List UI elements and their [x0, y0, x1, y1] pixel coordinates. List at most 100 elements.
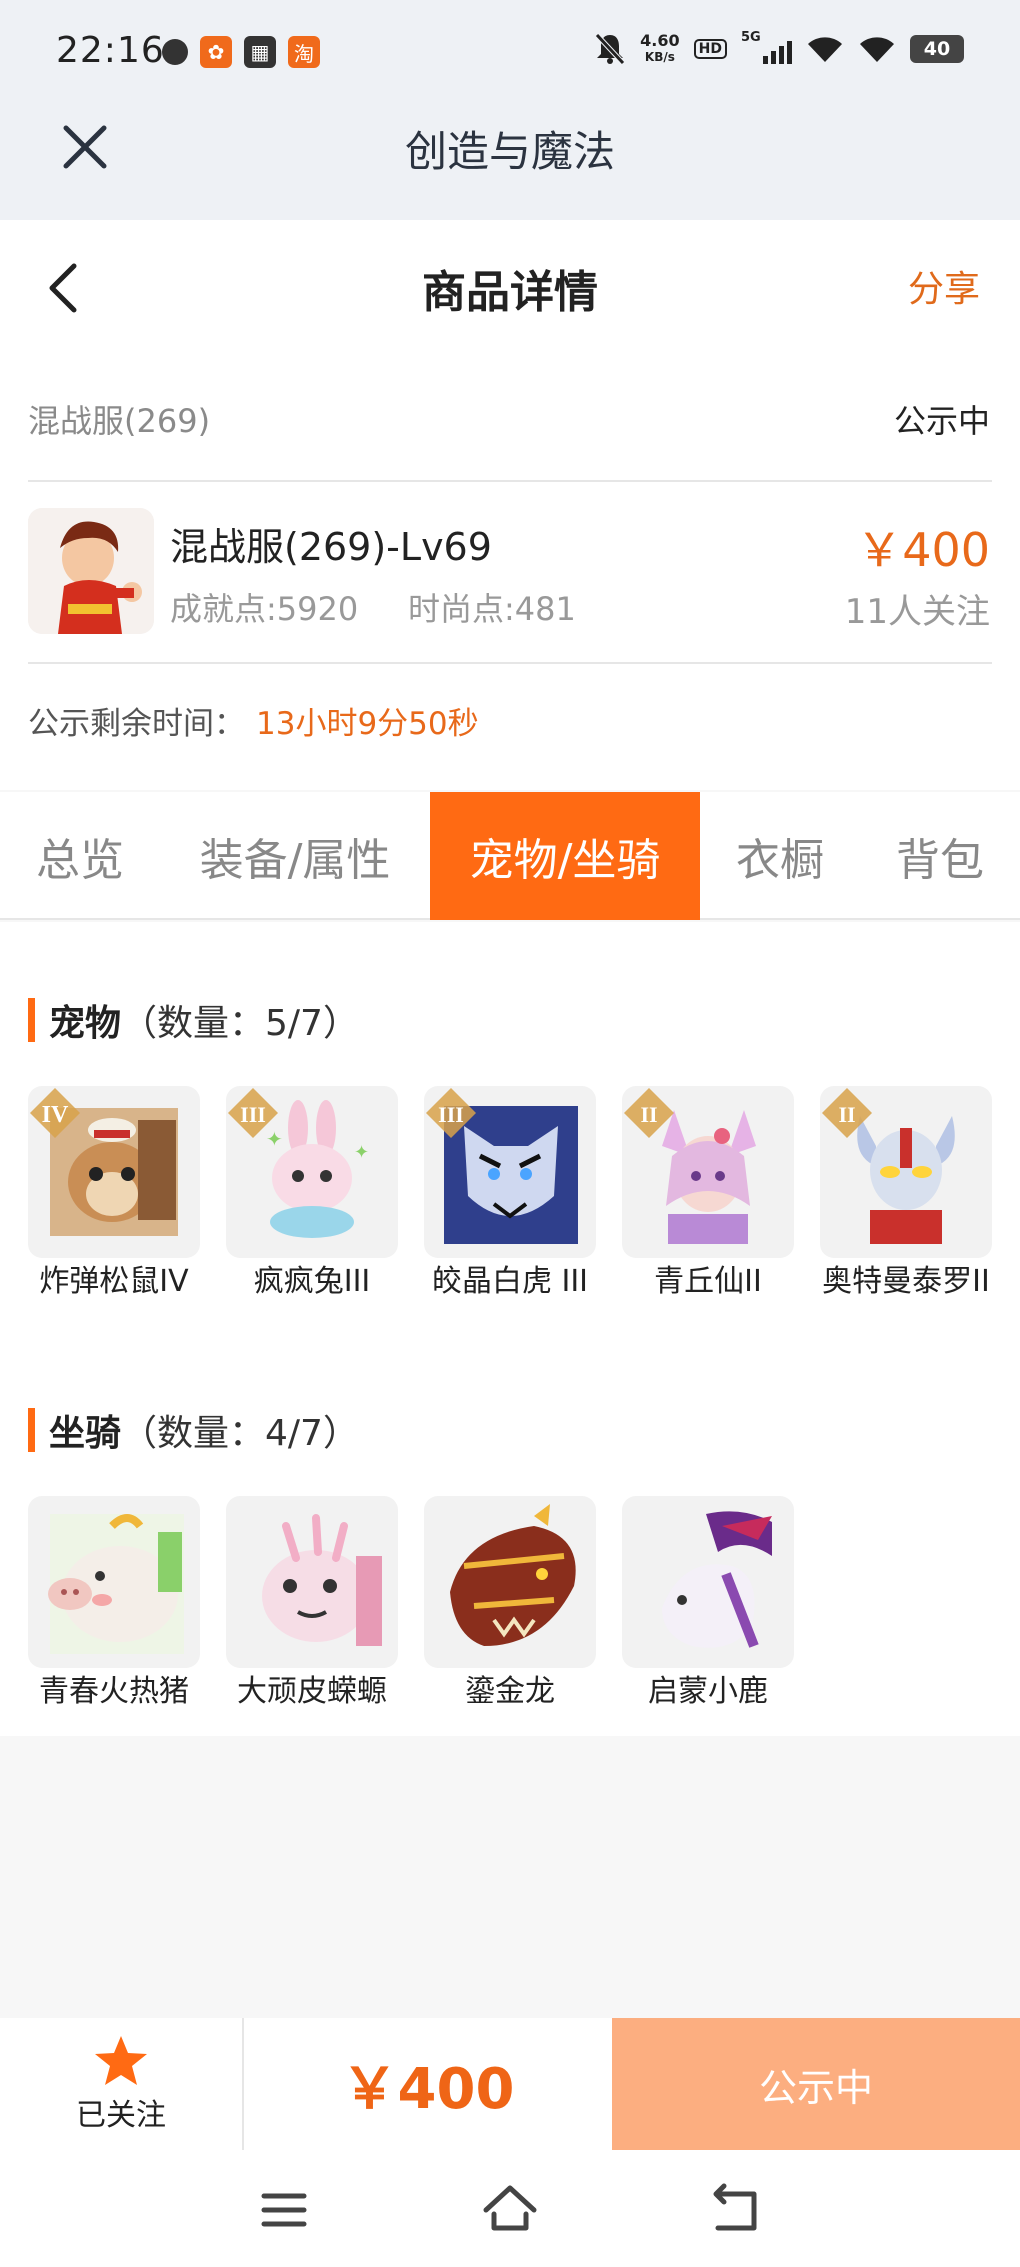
- listing-status: 公示中: [893, 402, 990, 440]
- pet-item[interactable]: ✦ ✦ III 疯疯兔III: [226, 1086, 398, 1302]
- remain-time-value: 13小时9分50秒: [256, 706, 479, 742]
- tab-label: 背包: [896, 835, 984, 886]
- tier-badge-icon: IV: [30, 1088, 80, 1138]
- mount-item[interactable]: 启蒙小鹿: [622, 1496, 794, 1712]
- page-title: 商品详情: [422, 267, 598, 318]
- tab-overview[interactable]: 总览: [0, 792, 160, 920]
- pet-name: 疯疯兔III: [253, 1264, 371, 1299]
- taobao-icon: 淘: [288, 36, 320, 68]
- tab-bar: 总览 装备/属性 宠物/坐骑 衣橱 背包: [0, 792, 1020, 920]
- section-accent-bar: [28, 1408, 35, 1452]
- follow-button[interactable]: 已关注: [0, 2018, 244, 2150]
- status-action-button[interactable]: 公示中: [612, 2018, 1020, 2150]
- gilded-dragon-image: [450, 1504, 576, 1646]
- back-icon[interactable]: [706, 2180, 766, 2240]
- tier-badge-icon: II: [822, 1088, 872, 1138]
- net-speed-unit: KB/s: [644, 50, 675, 64]
- tab-backpack[interactable]: 背包: [860, 792, 1020, 920]
- mount-name: 启蒙小鹿: [648, 1674, 768, 1709]
- tab-label: 衣橱: [736, 835, 824, 886]
- status-right: 4.60 KB/s HD 5G 40: [594, 30, 964, 66]
- pet-thumbnail: II: [820, 1086, 992, 1258]
- home-icon[interactable]: [480, 2180, 540, 2240]
- pet-item[interactable]: IV 炸弹松鼠IV: [28, 1086, 200, 1302]
- mounts-section-title: 坐骑 （数量：4/7）: [28, 1404, 359, 1456]
- divider: [28, 480, 992, 482]
- pet-thumbnail: ✦ ✦ III: [226, 1086, 398, 1258]
- mount-thumbnail: [424, 1496, 596, 1668]
- mount-item[interactable]: 鎏金龙: [424, 1496, 596, 1712]
- mount-thumbnail: [622, 1496, 794, 1668]
- followers-count: 11人关注: [844, 592, 990, 632]
- svg-text:II: II: [838, 1102, 855, 1127]
- status-bar: 22:16 ✿ ▦ 淘 4.60 KB/s HD 5G 40: [0, 0, 1020, 110]
- character-avatar: [28, 508, 154, 634]
- net-speed-value: 4.60: [640, 31, 680, 50]
- fashion-points: 时尚点:481: [408, 590, 576, 628]
- mount-name: 大顽皮蝾螈: [237, 1674, 387, 1709]
- bell-muted-icon: [595, 33, 626, 65]
- gift-icon: ▦: [244, 36, 276, 68]
- svg-text:IV: IV: [42, 1102, 69, 1128]
- mount-thumbnail: [28, 1496, 200, 1668]
- tab-label: 装备/属性: [199, 835, 391, 886]
- pet-item[interactable]: II 奥特曼泰罗II: [820, 1086, 992, 1302]
- system-nav-bar: [0, 2150, 1020, 2267]
- pet-name: 奥特曼泰罗II: [822, 1264, 990, 1299]
- pet-item[interactable]: II 青丘仙II: [622, 1086, 794, 1302]
- globe-icon: [162, 39, 188, 65]
- status-time: 22:16: [56, 30, 165, 71]
- achievement-points: 成就点:5920: [170, 590, 359, 628]
- pet-name: 炸弹松鼠IV: [39, 1264, 189, 1299]
- listing-price: ￥400: [856, 523, 990, 577]
- follow-label: 已关注: [76, 2098, 166, 2133]
- wifi-icon: [808, 37, 842, 62]
- tier-badge-icon: II: [624, 1088, 674, 1138]
- remain-time-label: 公示剩余时间：: [28, 706, 245, 742]
- pets-title: 宠物: [49, 1003, 122, 1044]
- app-title: 创造与魔法: [404, 127, 615, 176]
- svg-text:III: III: [438, 1102, 464, 1127]
- character-avatar-image: [28, 508, 154, 634]
- app-notification-icon: ✿: [200, 36, 232, 68]
- tab-pets-mounts[interactable]: 宠物/坐骑: [430, 792, 700, 920]
- tab-label: 宠物/坐骑: [469, 835, 661, 886]
- pet-thumbnail: IV: [28, 1086, 200, 1258]
- tier-badge-icon: III: [426, 1088, 476, 1138]
- server-name: 混战服(269): [28, 402, 211, 440]
- axolotl-image: [262, 1514, 382, 1646]
- tab-equipment[interactable]: 装备/属性: [160, 792, 430, 920]
- star-icon: [95, 2036, 147, 2085]
- tab-wardrobe[interactable]: 衣橱: [700, 792, 860, 920]
- tier-badge-icon: III: [228, 1088, 278, 1138]
- mounts-title: 坐骑: [49, 1413, 122, 1454]
- share-button[interactable]: 分享: [908, 260, 980, 312]
- status-notification-icons: ✿ ▦ 淘: [162, 36, 320, 68]
- pet-thumbnail: II: [622, 1086, 794, 1258]
- mounts-count: （数量：4/7）: [121, 1413, 359, 1454]
- pets-count: （数量：5/7）: [121, 1003, 359, 1044]
- pet-thumbnail: III: [424, 1086, 596, 1258]
- pet-name: 青丘仙II: [654, 1264, 762, 1299]
- wifi-icon-2: [860, 37, 894, 62]
- pig-image: [48, 1514, 184, 1654]
- svg-text:II: II: [640, 1102, 657, 1127]
- svg-text:✦: ✦: [354, 1142, 369, 1163]
- mount-item[interactable]: 青春火热猪: [28, 1496, 200, 1712]
- svg-text:III: III: [240, 1102, 266, 1127]
- hd-badge: HD: [693, 39, 727, 59]
- pet-item[interactable]: III 皎晶白虎 III: [424, 1086, 596, 1302]
- cell-signal-icon: 5G: [741, 30, 792, 64]
- pets-section-title: 宠物 （数量：5/7）: [28, 994, 359, 1046]
- signal-label: 5G: [741, 30, 761, 45]
- menu-icon[interactable]: [254, 2180, 314, 2240]
- mount-thumbnail: [226, 1496, 398, 1668]
- net-speed: 4.60 KB/s: [640, 32, 679, 66]
- character-name: 混战服(269)-Lv69: [170, 525, 492, 569]
- bottom-price: ￥400: [341, 2056, 515, 2122]
- divider: [28, 662, 992, 664]
- tab-label: 总览: [36, 835, 124, 886]
- mount-item[interactable]: 大顽皮蝾螈: [226, 1496, 398, 1712]
- pet-name: 皎晶白虎 III: [431, 1264, 589, 1299]
- battery-icon: 40: [910, 35, 964, 63]
